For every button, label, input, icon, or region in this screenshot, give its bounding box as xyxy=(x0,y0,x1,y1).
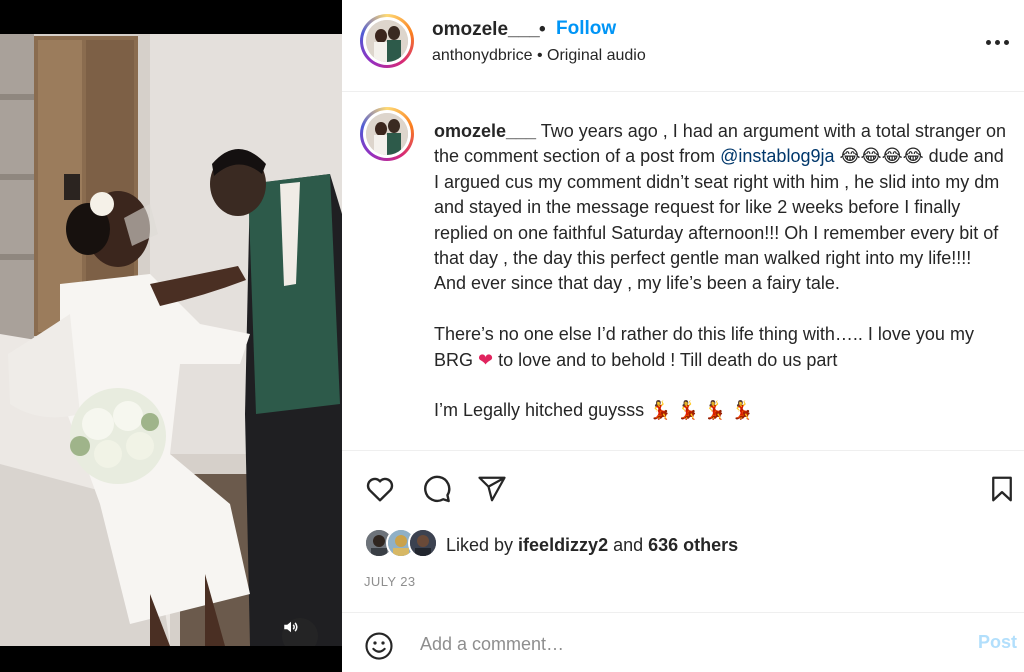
comment-input[interactable] xyxy=(420,631,960,657)
audio-attribution: anthonydbrice • Original audio xyxy=(432,47,646,65)
caption-text: omozele___ Two years ago , I had an argu… xyxy=(434,119,1006,424)
post-media[interactable] xyxy=(0,0,342,672)
post-header: omozele___ • Follow anthonydbrice • Orig… xyxy=(342,0,1024,92)
caption-text-part-2: dude and I argued cus my comment didn’t … xyxy=(434,146,1004,294)
bookmark-icon xyxy=(992,476,1012,502)
audio-separator: • xyxy=(536,47,543,64)
caption-author[interactable]: omozele___ xyxy=(434,121,536,141)
caption-para3-text: I’m Legally hitched guysss xyxy=(434,400,650,421)
comment-icon xyxy=(424,475,451,503)
smiley-icon xyxy=(365,632,393,660)
video-scene-illustration xyxy=(0,34,342,646)
more-dot xyxy=(995,39,1000,45)
likes-others-link[interactable]: 636 others xyxy=(648,535,738,555)
share-button[interactable] xyxy=(474,471,510,507)
video-frame[interactable] xyxy=(0,34,342,646)
speaker-icon xyxy=(284,621,298,633)
avatar-photo xyxy=(366,113,408,155)
send-icon xyxy=(478,476,506,502)
emoji-picker-button[interactable] xyxy=(364,631,394,666)
likes-prefix: Liked by xyxy=(446,535,519,555)
comment-button[interactable] xyxy=(418,471,454,507)
dancer-emojis: 💃 💃 💃 💃 xyxy=(649,400,754,421)
more-dot xyxy=(1004,39,1009,45)
post-date[interactable]: JULY 23 xyxy=(364,574,415,589)
caption-paragraph-1: omozele___ Two years ago , I had an argu… xyxy=(434,119,1006,297)
avatar xyxy=(408,528,438,558)
author-avatar[interactable] xyxy=(360,14,414,68)
comment-composer: Post xyxy=(342,612,1024,672)
caption-author-avatar[interactable] xyxy=(360,107,414,161)
audio-owner-link[interactable]: anthonydbrice xyxy=(432,47,533,64)
caption-paragraph-3: I’m Legally hitched guysss 💃 💃 💃 💃 xyxy=(434,398,1006,423)
like-button[interactable] xyxy=(362,471,398,507)
caption-laugh-emojis: 😂😂😂😂 xyxy=(834,146,929,167)
avatar-photo xyxy=(410,530,436,556)
more-horizontal-icon xyxy=(986,39,991,45)
header-separator: • xyxy=(539,19,546,40)
avatar-photo xyxy=(366,20,408,62)
mention-link[interactable]: @instablog9ja xyxy=(720,146,834,166)
liker-username[interactable]: ifeeldizzy2 xyxy=(518,535,608,555)
likes-summary: Liked by ifeeldizzy2 and 636 others xyxy=(446,535,738,556)
post-caption: omozele___ Two years ago , I had an argu… xyxy=(342,93,1024,449)
post-comment-button[interactable]: Post xyxy=(978,632,1017,653)
red-heart-emoji: ❤ xyxy=(478,349,494,370)
post-details-panel: omozele___ • Follow anthonydbrice • Orig… xyxy=(342,0,1024,672)
caption-paragraph-2: There’s no one else I’d rather do this l… xyxy=(434,322,1006,373)
original-audio-link[interactable]: Original audio xyxy=(547,47,646,64)
follow-button[interactable]: Follow xyxy=(556,18,616,40)
caption-para2-text-b: to love and to behold ! Till death do us… xyxy=(493,349,838,370)
post-actions: Liked by ifeeldizzy2 and 636 others JULY… xyxy=(342,450,1024,612)
liker-avatars[interactable] xyxy=(364,527,438,559)
heart-icon xyxy=(366,477,394,502)
save-button[interactable] xyxy=(984,471,1020,507)
more-options-button[interactable] xyxy=(986,30,1016,54)
likes-middle: and xyxy=(608,535,649,555)
mute-toggle-button[interactable] xyxy=(282,618,318,646)
author-username[interactable]: omozele___ xyxy=(432,19,540,41)
media-bottom-bar xyxy=(0,646,342,672)
